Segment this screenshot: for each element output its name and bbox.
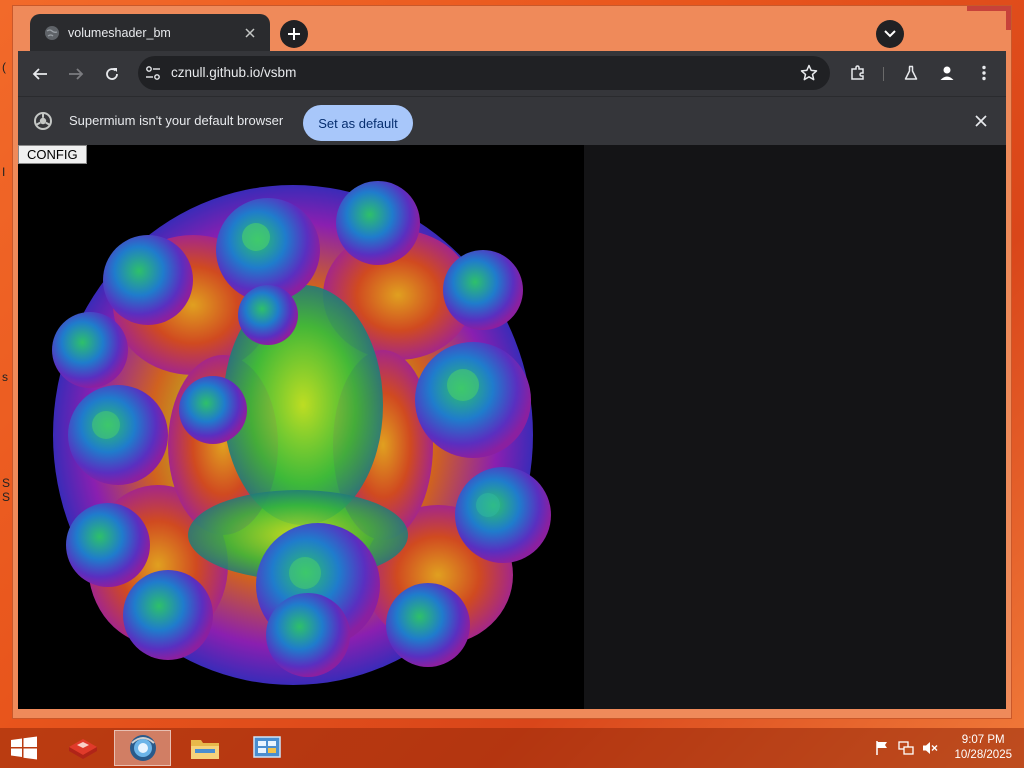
shader-canvas[interactable]: CONFIG [18,145,584,709]
close-icon[interactable] [242,25,258,41]
desktop-text-fragment: I [2,165,6,179]
volume-muted-icon[interactable] [922,740,938,756]
desktop-text-fragment: S [2,490,11,504]
url-text: cznull.github.io/vsbm [171,65,297,80]
browser-window: volumeshader_bm cznull.github.io/vsbm Su… [13,6,1011,718]
reload-icon [106,68,118,80]
flask-icon [904,65,918,80]
close-icon[interactable] [974,114,988,128]
forward-button[interactable] [62,60,90,88]
fractal-render-image [52,181,551,685]
network-icon[interactable] [898,740,914,756]
action-center-flag-icon[interactable] [874,740,890,756]
system-clock[interactable]: 9:07 PM 10/28/2025 [954,733,1012,763]
tab-strip: volumeshader_bm [18,11,1006,51]
default-browser-infobar: Supermium isn't your default browser Set… [18,96,1006,146]
clock-date: 10/28/2025 [954,749,1012,761]
plus-icon [288,28,300,40]
desktop-text-fragment: S [2,476,11,490]
back-button[interactable] [26,60,54,88]
taskbar: 9:07 PM 10/28/2025 [0,728,1024,768]
new-tab-button[interactable] [280,20,308,48]
profile-button[interactable] [936,62,958,84]
app-stack-icon [68,739,97,759]
clock-time: 9:07 PM [961,734,1005,746]
menu-button[interactable] [973,62,995,84]
more-vert-icon [982,65,986,81]
folder-icon [190,740,219,759]
set-as-default-button[interactable]: Set as default [303,105,413,141]
bookmark-star-icon[interactable] [800,64,818,82]
chevron-down-icon [884,30,896,38]
site-settings-icon[interactable] [145,65,161,81]
taskbar-app-1[interactable] [54,730,111,766]
browser-logo-icon [34,112,52,130]
globe-icon [45,25,59,40]
tab-volumeshader[interactable]: volumeshader_bm [30,14,270,51]
taskbar-browser[interactable] [114,730,171,766]
address-bar[interactable]: cznull.github.io/vsbm [138,56,830,90]
browser-toolbar: cznull.github.io/vsbm [18,51,1006,96]
windows-start-icon[interactable] [10,736,38,760]
arrow-right-icon [69,68,84,80]
taskbar-control-panel[interactable] [238,730,295,766]
toolbar-divider [883,67,884,81]
browser-app-icon [129,735,156,761]
extensions-button[interactable] [847,62,869,84]
desktop-text-fragment: s [2,370,8,384]
reload-button[interactable] [98,60,126,88]
labs-button[interactable] [900,62,922,84]
avatar-icon [940,66,954,80]
page-content: CONFIG [18,145,1006,709]
tab-title: volumeshader_bm [68,25,171,40]
arrow-left-icon [32,68,47,80]
puzzle-icon [851,65,864,80]
config-button[interactable]: CONFIG [18,145,87,164]
control-panel-icon [252,736,281,758]
tab-search-button[interactable] [876,20,904,48]
desktop-text-fragment: ( [2,60,6,74]
infobar-message: Supermium isn't your default browser [69,113,284,128]
taskbar-file-explorer[interactable] [176,730,233,766]
